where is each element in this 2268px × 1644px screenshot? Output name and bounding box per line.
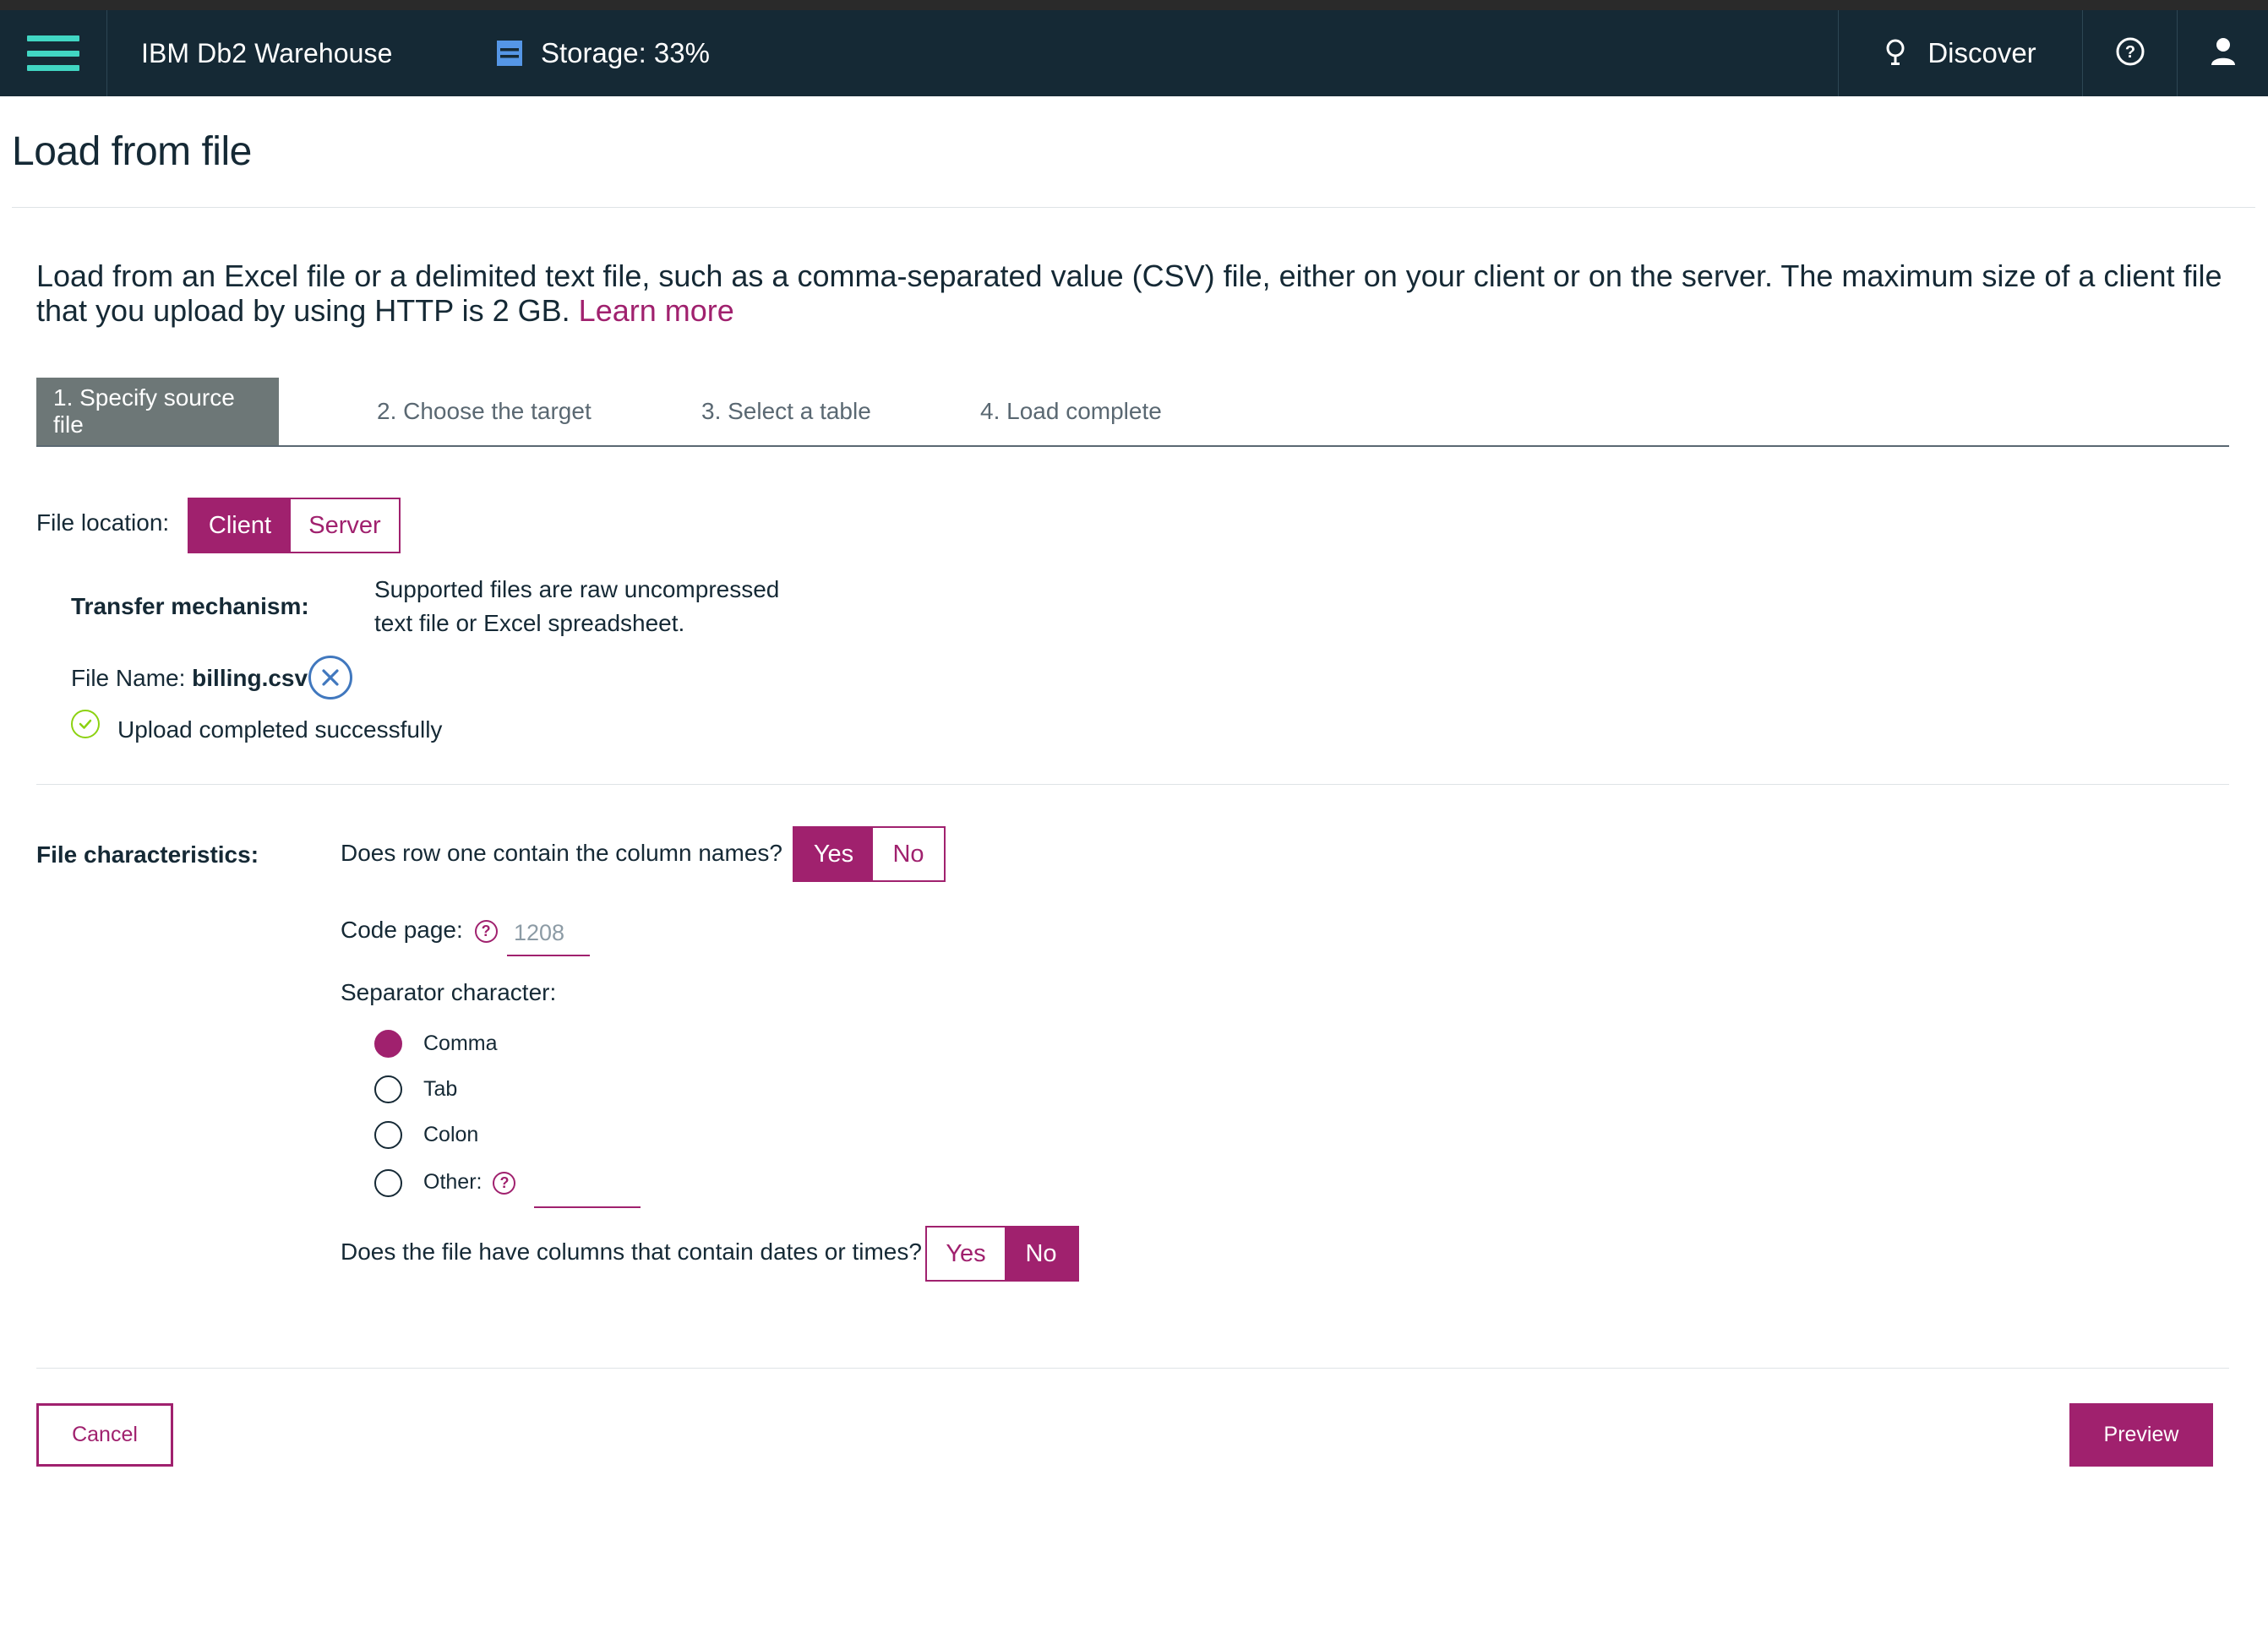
menu-button[interactable] [0,10,107,96]
separator-colon-radio[interactable] [374,1121,402,1149]
dates-no[interactable]: No [1005,1228,1077,1280]
transfer-note-line-2: text file or Excel spreadsheet. [374,610,685,636]
transfer-note-line-1: Supported files are raw uncompressed [374,576,780,602]
file-name: File Name: billing.csv [71,665,308,692]
header-row-toggle: Yes No [793,826,946,882]
wizard-steps: 1. Specify source file 2. Choose the tar… [36,378,2229,447]
step-load-complete[interactable]: 4. Load complete [980,378,1162,445]
discover-label: Discover [1927,37,2036,68]
footer-divider [36,1368,2229,1369]
app-name: IBM Db2 Warehouse [141,37,393,68]
title-divider [12,207,2255,208]
separator-colon-label: Colon [423,1123,479,1146]
intro-description: Load from an Excel file or a delimited t… [36,259,2222,328]
code-page-input[interactable] [507,911,590,956]
server-option[interactable]: Server [291,499,399,552]
window-top-strip [0,0,2268,10]
step-choose-target[interactable]: 2. Choose the target [377,378,592,445]
code-page-help-icon[interactable]: ? [474,920,498,944]
remove-file-button[interactable] [308,656,352,700]
discover-button[interactable]: Discover [1838,10,2083,96]
separator-label: Separator character: [341,979,557,1005]
other-separator-help-icon[interactable]: ? [493,1171,516,1195]
file-location-label: File location: [36,509,170,536]
file-name-value: billing.csv [192,665,308,691]
client-option[interactable]: Client [189,499,291,552]
header-row-no[interactable]: No [873,828,944,880]
upload-status: Upload completed successfully [117,716,443,743]
separator-other-label-wrap: Other: ? [423,1170,516,1195]
help-button[interactable]: ? [2082,10,2177,96]
separator-other-radio[interactable] [374,1169,402,1197]
separator-comma-radio[interactable] [374,1030,402,1058]
dates-question: Does the file have columns that contain … [341,1238,922,1265]
step-select-table[interactable]: 3. Select a table [701,378,871,445]
success-check-icon [71,710,100,738]
lightbulb-icon [1885,39,1905,68]
code-page-label-wrap: Code page: ? [341,917,498,944]
preview-button[interactable]: Preview [2069,1403,2213,1467]
intro-text: Load from an Excel file or a delimited t… [36,259,2250,328]
file-name-label: File Name: [71,665,186,691]
file-location-toggle: Client Server [188,498,401,553]
other-separator-input[interactable] [534,1166,641,1208]
separator-comma-label: Comma [423,1032,498,1055]
cancel-button[interactable]: Cancel [36,1403,173,1467]
svg-text:?: ? [2124,43,2134,62]
header-row-question: Does row one contain the column names? [341,840,782,866]
code-page-label: Code page: [341,917,463,943]
storage-indicator[interactable]: Storage: 33% [495,10,710,96]
learn-more-link[interactable]: Learn more [579,293,734,328]
help-icon: ? [2115,36,2145,71]
dates-yes[interactable]: Yes [927,1228,1005,1280]
top-navigation-bar: IBM Db2 Warehouse Storage: 33% Discover … [0,10,2268,96]
section-divider [36,784,2229,785]
storage-label: Storage: 33% [541,37,710,68]
database-icon [495,39,524,68]
user-icon [2211,37,2236,70]
separator-tab-radio[interactable] [374,1075,402,1103]
dates-toggle: Yes No [925,1226,1079,1282]
step-specify-source-file[interactable]: 1. Specify source file [36,378,279,445]
user-button[interactable] [2177,10,2268,96]
file-characteristics-label: File characteristics: [36,841,259,868]
separator-tab-label: Tab [423,1077,458,1101]
separator-other-label: Other: [423,1170,482,1194]
hamburger-menu-icon [27,35,79,71]
header-row-yes[interactable]: Yes [794,828,873,880]
transfer-mechanism-label: Transfer mechanism: [71,593,309,619]
close-icon [322,669,339,686]
page-title: Load from file [12,129,252,174]
